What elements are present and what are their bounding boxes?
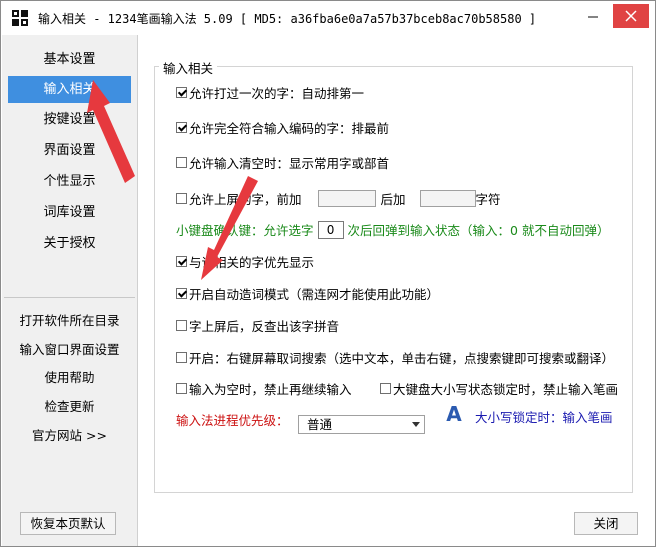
group-legend: 输入相关 xyxy=(159,58,218,77)
option-label: 与词相关的字优先显示 xyxy=(189,255,315,270)
suffix-input[interactable] xyxy=(419,190,476,207)
option-label: 开启自动造词模式（需连网才能使用此功能） xyxy=(189,287,440,302)
sidebar-item-about[interactable]: 关于授权 xyxy=(8,230,131,257)
minimize-button[interactable] xyxy=(579,4,607,28)
checkbox[interactable] xyxy=(176,122,187,133)
app-logo-icon xyxy=(10,8,30,28)
priority-label: 输入法进程优先级： xyxy=(176,413,289,428)
priority-select[interactable]: 普通 xyxy=(298,415,425,434)
option-exact-first[interactable]: 允许完全符合输入编码的字：排最前 xyxy=(176,118,389,137)
minimize-icon xyxy=(588,16,598,18)
char-label: 字符 xyxy=(475,192,501,207)
checkbox[interactable] xyxy=(176,157,187,168)
option-show-common[interactable]: 允许输入清空时：显示常用字或部首 xyxy=(176,153,389,172)
close-button[interactable]: 关闭 xyxy=(574,512,638,535)
checkbox[interactable] xyxy=(176,193,187,204)
option-capslock-block[interactable]: 大键盘大小写状态锁定时，禁止输入笔画 xyxy=(380,379,618,398)
option-auto-word[interactable]: 开启自动造词模式（需连网才能使用此功能） xyxy=(176,284,439,303)
keypad-count-input[interactable]: 0 xyxy=(317,220,344,239)
option-label: 字上屏后，反查出该字拼音 xyxy=(189,319,340,334)
sidebar-item-basic[interactable]: 基本设置 xyxy=(8,46,131,73)
option-label: 大键盘大小写状态锁定时，禁止输入笔画 xyxy=(393,382,619,397)
checkbox[interactable] xyxy=(176,320,187,331)
option-reverse-pinyin[interactable]: 字上屏后，反查出该字拼音 xyxy=(176,316,339,335)
priority-row: 输入法进程优先级： xyxy=(176,410,289,429)
sidebar-item-input[interactable]: 输入相关 xyxy=(8,76,131,103)
prefix-input[interactable] xyxy=(317,190,376,207)
sidebar-item-keys[interactable]: 按键设置 xyxy=(8,106,131,133)
checkbox[interactable] xyxy=(380,383,391,394)
keypad-suffix-label: 次后回弹到输入状态（输入：0 就不自动回弹） xyxy=(347,223,610,238)
option-label: 允许打过一次的字：自动排第一 xyxy=(189,86,365,101)
option-label: 输入为空时，禁止再继续输入 xyxy=(189,382,352,397)
priority-selected-value: 普通 xyxy=(307,417,333,432)
option-label: 允许上屏的字，前加 xyxy=(189,192,302,207)
option-label: 允许输入清空时：显示常用字或部首 xyxy=(189,156,390,171)
checkbox[interactable] xyxy=(176,288,187,299)
capslock-hint-label: 大小写锁定时：输入笔画 xyxy=(475,410,613,425)
option-label: 允许完全符合输入编码的字：排最前 xyxy=(189,121,390,136)
checkbox[interactable] xyxy=(176,352,187,363)
checkbox[interactable] xyxy=(176,383,187,394)
checkbox[interactable] xyxy=(176,256,187,267)
option-label: 开启：右键屏幕取词搜索（选中文本，单击右键，点搜索键即可搜索或翻译） xyxy=(189,351,615,366)
chevron-down-icon xyxy=(412,422,420,427)
input-window-settings-link[interactable]: 输入窗口界面设置 xyxy=(4,338,135,362)
capslock-hint: 大小写锁定时：输入笔画 xyxy=(475,407,613,426)
sidebar-item-personal[interactable]: 个性显示 xyxy=(8,168,131,195)
window-title: 输入相关 - 1234笔画输入法 5.09 [ MD5: a36fba6e0a7… xyxy=(38,12,537,26)
content-panel: 输入相关 允许打过一次的字：自动排第一 允许完全符合输入编码的字：排最前 允许输… xyxy=(138,35,655,546)
suffix-label: 后加 xyxy=(380,192,406,207)
option-prefix-suffix[interactable]: 允许上屏的字，前加 后加 字符 xyxy=(176,189,501,208)
option-word-related[interactable]: 与词相关的字优先显示 xyxy=(176,252,314,271)
title-bar: 输入相关 - 1234笔画输入法 5.09 [ MD5: a36fba6e0a7… xyxy=(1,1,655,35)
sidebar-item-interface[interactable]: 界面设置 xyxy=(8,137,131,164)
reset-defaults-button[interactable]: 恢复本页默认 xyxy=(20,512,116,535)
close-window-button[interactable] xyxy=(613,4,649,28)
checkbox[interactable] xyxy=(176,87,187,98)
official-site-link[interactable]: 官方网站 >> xyxy=(4,424,135,448)
keypad-confirm-row: 小键盘确认键：允许选字 0 次后回弹到输入状态（输入：0 就不自动回弹） xyxy=(176,220,609,239)
sidebar-item-dictionary[interactable]: 词库设置 xyxy=(8,199,131,226)
capslock-a-icon: A xyxy=(446,402,462,426)
settings-window: 输入相关 - 1234笔画输入法 5.09 [ MD5: a36fba6e0a7… xyxy=(0,0,656,547)
check-update-link[interactable]: 检查更新 xyxy=(4,395,135,419)
open-folder-link[interactable]: 打开软件所在目录 xyxy=(4,309,135,333)
sidebar-divider xyxy=(4,297,135,298)
sidebar: 基本设置 输入相关 按键设置 界面设置 个性显示 词库设置 关于授权 打开软件所… xyxy=(2,35,138,546)
keypad-prefix-label: 小键盘确认键：允许选字 xyxy=(176,223,314,238)
option-auto-first[interactable]: 允许打过一次的字：自动排第一 xyxy=(176,83,364,102)
option-empty-block[interactable]: 输入为空时，禁止再继续输入 xyxy=(176,379,352,398)
option-right-click-search[interactable]: 开启：右键屏幕取词搜索（选中文本，单击右键，点搜索键即可搜索或翻译） xyxy=(176,348,614,367)
help-link[interactable]: 使用帮助 xyxy=(4,366,135,390)
close-icon xyxy=(625,10,637,22)
